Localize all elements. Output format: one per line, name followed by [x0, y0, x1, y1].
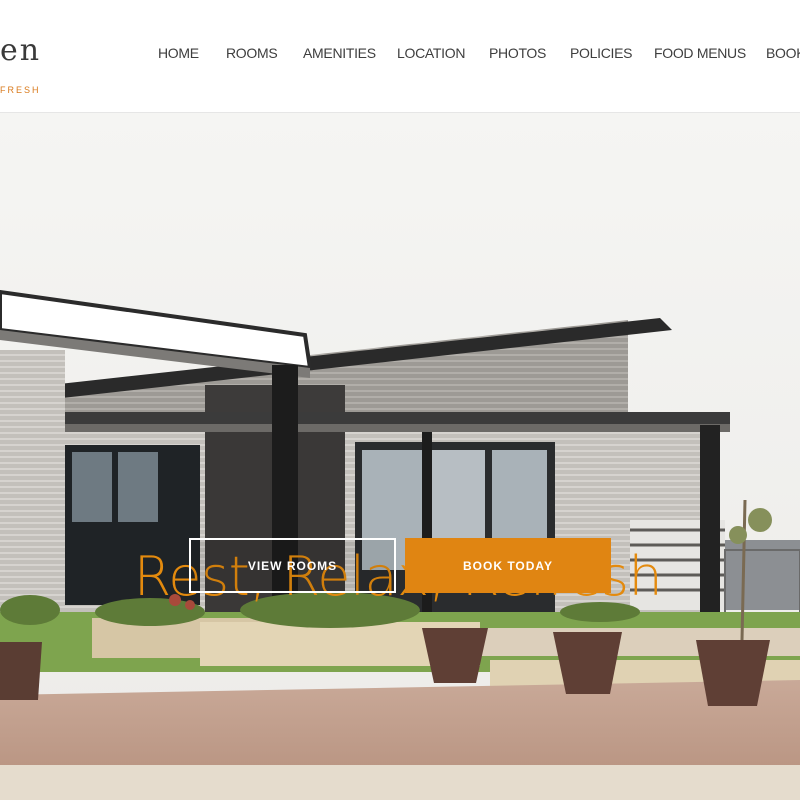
nav-item-amenities[interactable]: AMENITIES: [303, 45, 376, 61]
book-today-button[interactable]: BOOK TODAY: [405, 538, 611, 593]
hero-photo: [0, 112, 800, 800]
nav-item-location[interactable]: LOCATION: [397, 45, 465, 61]
hero-section: Rest, Relax, Refresh: [0, 112, 800, 800]
hero-headline: Rest, Relax, Refresh: [133, 545, 663, 608]
nav-item-policies[interactable]: POLICIES: [570, 45, 632, 61]
nav-item-book[interactable]: BOOK: [766, 45, 800, 61]
nav-item-photos[interactable]: PHOTOS: [489, 45, 546, 61]
nav-item-rooms[interactable]: ROOMS: [226, 45, 278, 61]
site-header: en FRESH HOME ROOMS AMENITIES LOCATION P…: [0, 0, 800, 113]
site-tagline: FRESH: [0, 85, 41, 95]
site-logo[interactable]: en: [0, 33, 41, 68]
nav-item-food-menus[interactable]: FOOD MENUS: [654, 45, 746, 61]
nav-item-home[interactable]: HOME: [158, 45, 199, 61]
view-rooms-button[interactable]: VIEW ROOMS: [189, 538, 396, 593]
